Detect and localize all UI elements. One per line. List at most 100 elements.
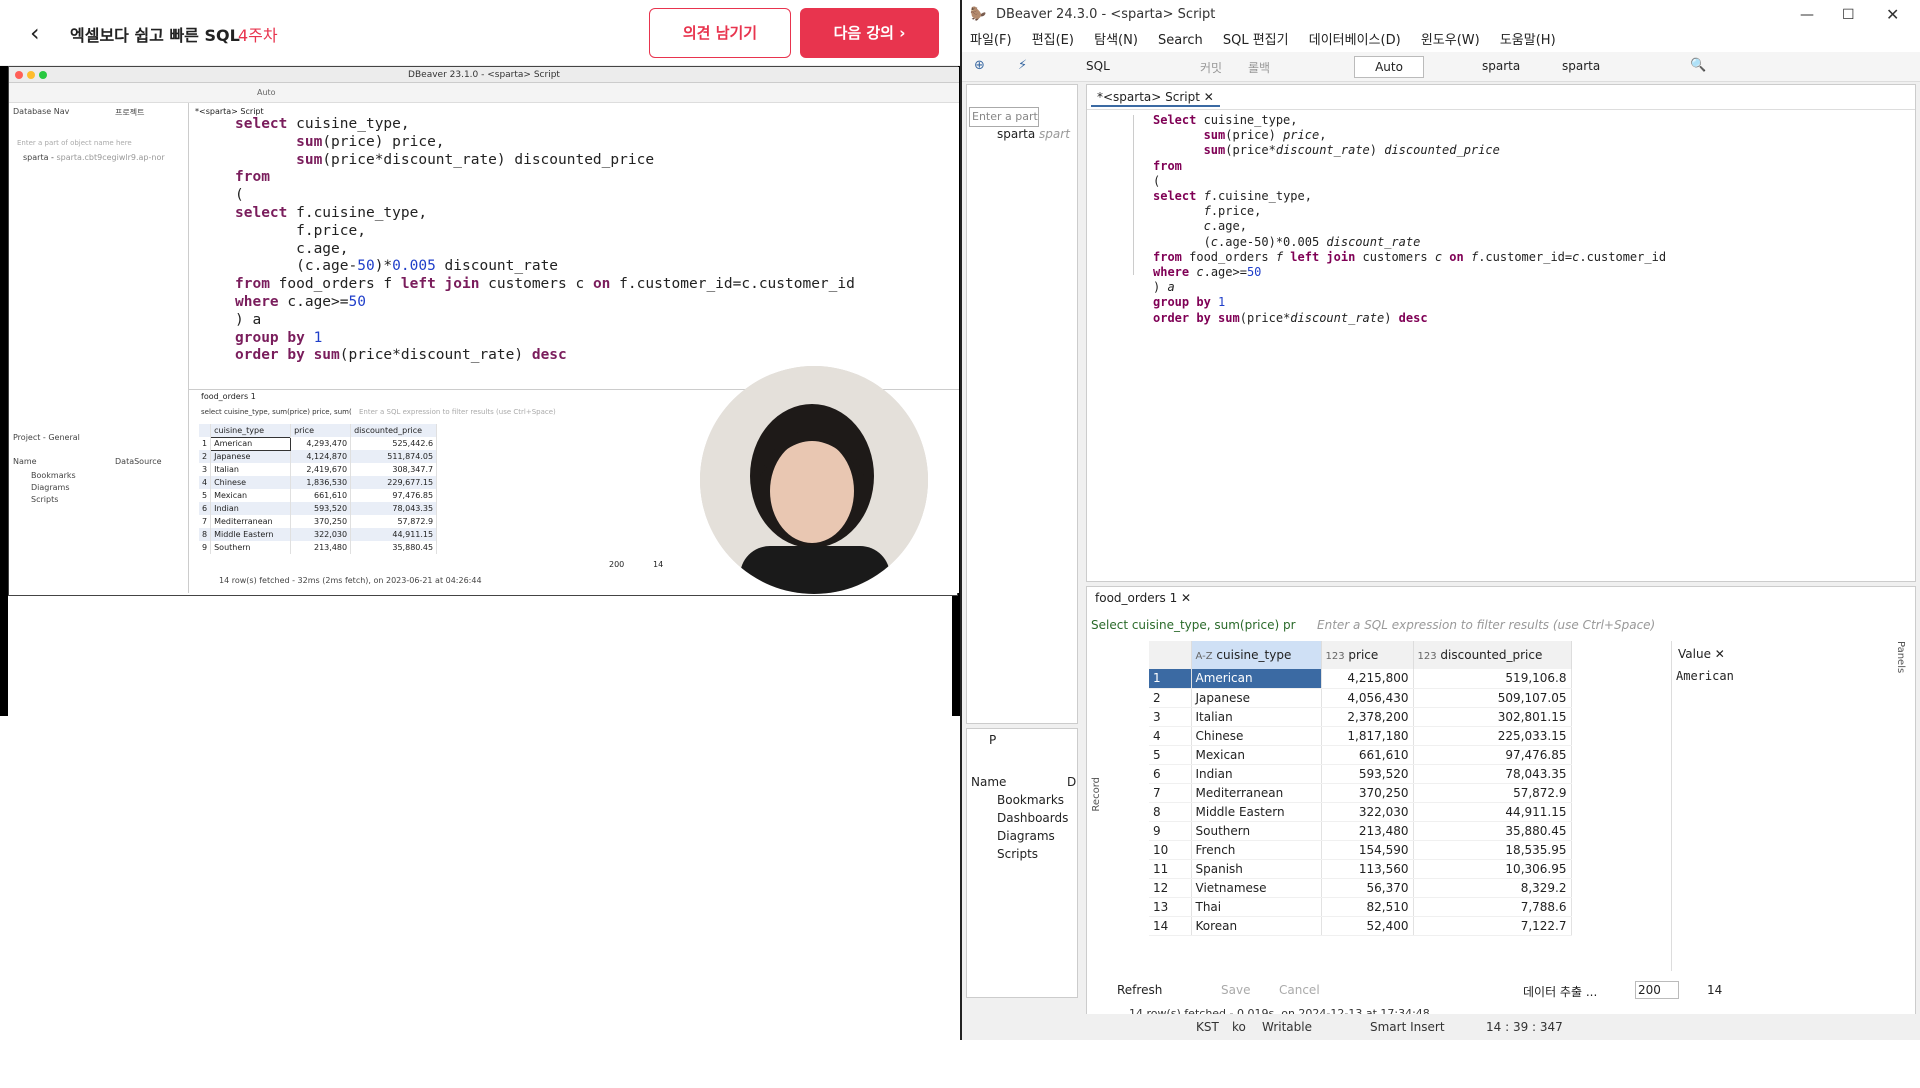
video-project-col-ds: DataSource (115, 457, 162, 466)
status-language: ko (1232, 1020, 1246, 1034)
table-row[interactable]: 14 Korean 52,400 7,122.7 (1149, 916, 1572, 936)
feedback-button[interactable]: 의견 남기기 (649, 8, 791, 58)
project-item-bookmarks[interactable]: Bookmarks (997, 793, 1064, 807)
col-header-price[interactable]: 123 price (1321, 641, 1414, 669)
zoom-dot-icon (39, 71, 47, 79)
video-connection: sparta - sparta.cbt9cegiwlr9.ap-nor (23, 153, 165, 162)
sql-code[interactable]: Select cuisine_type, sum(price) price, s… (1153, 113, 1666, 326)
editor-tab[interactable]: *<sparta> Script ✕ (1091, 87, 1220, 107)
transaction-mode-select[interactable]: Auto (1354, 56, 1424, 78)
table-row[interactable]: 9 Southern 213,480 35,880.45 (1149, 821, 1572, 841)
video-fetch-size: 200 (609, 560, 625, 569)
table-row[interactable]: 1 American 4,215,800 519,106.8 (1149, 669, 1572, 689)
new-connection-icon[interactable]: ⊕ (974, 58, 985, 73)
table-row[interactable]: 3 Italian 2,378,200 302,801.15 (1149, 707, 1572, 727)
table-row[interactable]: 2 Japanese 4,056,430 509,107.05 (1149, 688, 1572, 708)
table-row[interactable]: 7 Mediterranean 370,250 57,872.9 (1149, 783, 1572, 803)
video-result-filter: Enter a SQL expression to filter results… (359, 408, 556, 416)
back-icon[interactable]: ‹ (30, 20, 56, 46)
result-filter-input[interactable]: Enter a SQL expression to filter results… (1317, 615, 1697, 635)
menu-sql-editor[interactable]: SQL 편집기 (1223, 33, 1289, 48)
video-status: 14 row(s) fetched - 32ms (2ms fetch), on… (219, 576, 482, 585)
table-row[interactable]: 13 Thai 82,510 7,788.6 (1149, 897, 1572, 917)
close-icon[interactable]: ✕ (1886, 0, 1899, 30)
table-row: 5 Mexican 661,610 97,476.85 (199, 489, 438, 502)
sql-button[interactable]: SQL (1086, 59, 1110, 73)
table-row[interactable]: 11 Spanish 113,560 10,306.95 (1149, 859, 1572, 879)
panels-side-tab[interactable]: Panels (1895, 641, 1906, 673)
table-row: 8 Middle Eastern 322,030 44,911.15 (199, 528, 438, 541)
video-project-item: Diagrams (31, 483, 70, 492)
rollback-button[interactable]: 롤백 (1248, 59, 1270, 76)
video-filter-placeholder: Enter a part of object name here (17, 139, 132, 147)
menu-file[interactable]: 파일(F) (970, 33, 1012, 48)
menu-search[interactable]: Search (1158, 33, 1203, 48)
table-row[interactable]: 6 Indian 593,520 78,043.35 (1149, 764, 1572, 784)
project-col-name: Name (971, 775, 1007, 789)
result-grid: A-Z cuisine_type 123 price 123 discounte… (1149, 641, 1572, 936)
export-button[interactable]: 데이터 추출 ... (1523, 983, 1597, 1000)
menu-window[interactable]: 윈도우(W) (1421, 33, 1480, 48)
table-row[interactable]: 12 Vietnamese 56,370 8,329.2 (1149, 878, 1572, 898)
table-row: 4 Chinese 1,836,530 229,677.15 (199, 476, 438, 489)
video-letterbox-left (0, 66, 8, 716)
connect-icon[interactable]: ⚡ (1018, 58, 1027, 73)
status-timezone: KST (1196, 1020, 1219, 1034)
save-button[interactable]: Save (1221, 983, 1250, 997)
instructor-avatar (700, 366, 928, 594)
row-number-header (1149, 641, 1192, 669)
instructor-webcam (700, 366, 928, 594)
table-row: 3 Italian 2,419,670 308,347.7 (199, 463, 438, 476)
datasource-select[interactable]: sparta (1482, 59, 1520, 73)
cancel-button[interactable]: Cancel (1279, 983, 1320, 997)
col-header-discounted-price[interactable]: 123 discounted_price (1413, 641, 1572, 669)
value-panel-content[interactable]: American (1676, 669, 1734, 683)
menu-help[interactable]: 도움말(H) (1500, 33, 1556, 48)
minimize-icon[interactable]: — (1800, 0, 1814, 30)
close-dot-icon (15, 71, 23, 79)
nav-connection[interactable]: sparta spart (997, 127, 1070, 141)
next-lecture-button[interactable]: 다음 강의 › (800, 8, 939, 58)
video-project-panel: Project - General (13, 433, 80, 442)
video-script-tab: *<sparta> Script (195, 107, 264, 116)
menu-database[interactable]: 데이터베이스(D) (1309, 33, 1401, 48)
video-window-title: DBeaver 23.1.0 - <sparta> Script (408, 70, 560, 80)
maximize-icon[interactable]: ☐ (1842, 0, 1855, 30)
value-panel-title[interactable]: Value ✕ (1678, 647, 1725, 661)
nav-filter-input[interactable]: Enter a part (969, 107, 1039, 127)
value-panel: Value ✕ American (1671, 641, 1911, 971)
table-row: 2 Japanese 4,124,870 511,874.05 (199, 450, 438, 463)
record-side-tab[interactable]: Record (1091, 777, 1102, 812)
main-toolbar: ⊕ ⚡ SQL 커밋 롤백 Auto sparta sparta 🔍 (962, 52, 1920, 82)
table-row: 9 Southern 213,480 35,880.45 (199, 541, 438, 554)
video-result-table: cuisine_type price discounted_price 1 Ameri… (199, 424, 438, 554)
search-icon[interactable]: 🔍 (1690, 58, 1706, 73)
table-row[interactable]: 5 Mexican 661,610 97,476.85 (1149, 745, 1572, 765)
table-row[interactable]: 8 Middle Eastern 322,030 44,911.15 (1149, 802, 1572, 822)
col-header-cuisine-type[interactable]: A-Z cuisine_type (1191, 641, 1322, 669)
sql-editor[interactable]: *<sparta> Script ✕ Select cuisine_type, … (1086, 84, 1916, 582)
table-row: 7 Mediterranean 370,250 57,872.9 (199, 515, 438, 528)
video-toolbar: Auto (9, 83, 959, 103)
menu-bar: 파일(F) 편집(E) 탐색(N) Search SQL 편집기 데이터베이스(… (962, 30, 1920, 52)
video-project-col-name: Name (13, 457, 37, 466)
fetch-size-input[interactable]: 200 (1635, 981, 1679, 999)
project-item-diagrams[interactable]: Diagrams (997, 829, 1055, 843)
video-project-item: Scripts (31, 495, 59, 504)
table-row[interactable]: 4 Chinese 1,817,180 225,033.15 (1149, 726, 1572, 746)
video-auto-label: Auto (257, 88, 276, 97)
window-title: DBeaver 24.3.0 - <sparta> Script (996, 7, 1216, 22)
result-tab[interactable]: food_orders 1 ✕ (1095, 591, 1191, 605)
schema-select[interactable]: sparta (1562, 59, 1600, 73)
project-item-dashboards[interactable]: Dashboards (997, 811, 1068, 825)
video-project-item: Bookmarks (31, 471, 76, 480)
project-tab[interactable]: P (989, 733, 996, 747)
video-tab-db-nav: Database Nav (13, 107, 70, 116)
menu-edit[interactable]: 편집(E) (1032, 33, 1074, 48)
menu-navigate[interactable]: 탐색(N) (1094, 33, 1138, 48)
window-titlebar: 🦫 DBeaver 24.3.0 - <sparta> Script — ☐ ✕ (962, 0, 1920, 30)
project-item-scripts[interactable]: Scripts (997, 847, 1038, 861)
refresh-button[interactable]: Refresh (1117, 983, 1162, 997)
commit-button[interactable]: 커밋 (1200, 59, 1222, 76)
table-row[interactable]: 10 French 154,590 18,535.95 (1149, 840, 1572, 860)
